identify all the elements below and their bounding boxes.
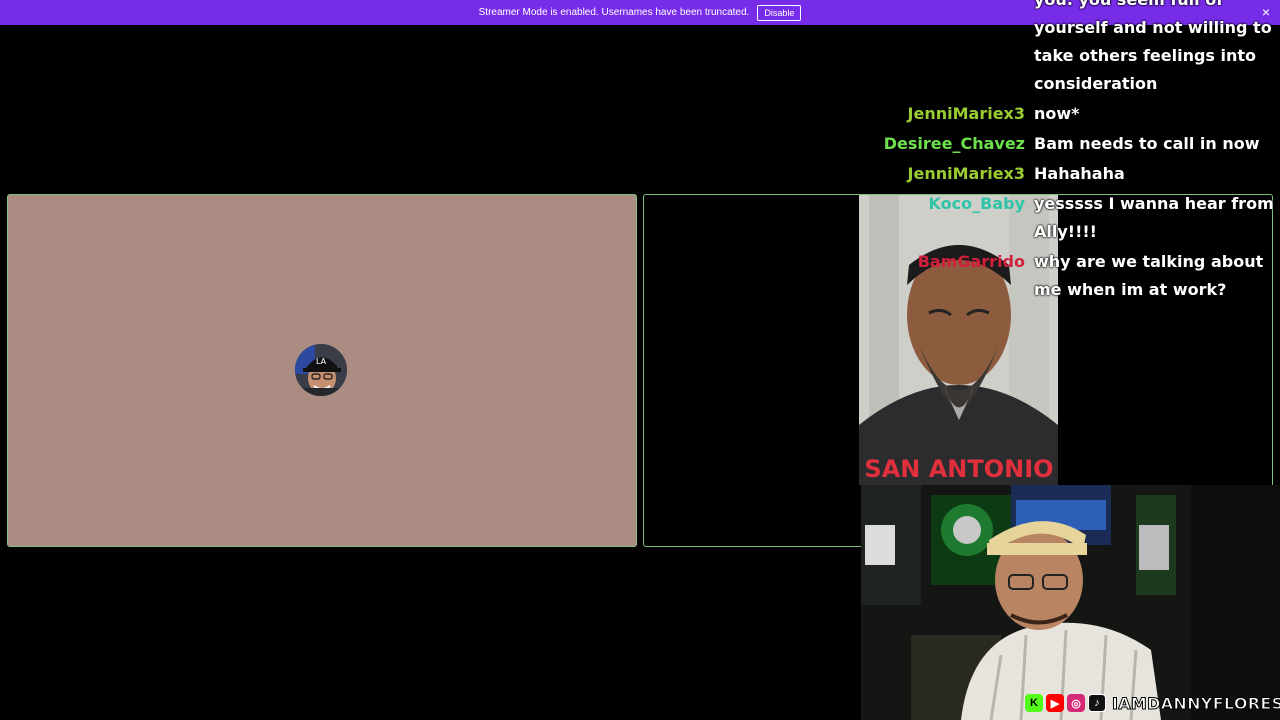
instagram-icon: ◎	[1067, 694, 1085, 712]
youtube-icon: ▶	[1046, 694, 1064, 712]
host-webcam-image	[861, 485, 1280, 720]
chat-text: yesssss I wanna hear from Ally!!!!	[1034, 194, 1274, 241]
chat-text: you. you seem full of yourself and not w…	[1034, 0, 1272, 93]
chat-username: Desiree_Chavez	[883, 134, 1025, 153]
kick-icon: K	[1025, 694, 1043, 712]
chat-message: BamGarrido why are we talking about me w…	[880, 248, 1280, 304]
svg-text:LA: LA	[316, 357, 327, 366]
chat-message: Desiree_Chavez Bam needs to call in now	[880, 130, 1280, 158]
chat-username: BamGarrido	[917, 252, 1025, 271]
chat-username: JenniMariex3	[907, 104, 1025, 123]
disable-streamer-mode-button[interactable]: Disable	[757, 4, 802, 21]
chat-text: Bam needs to call in now	[1034, 134, 1260, 153]
participant-avatar: LA	[295, 344, 347, 396]
chat-username: Koco_Baby	[928, 194, 1025, 213]
social-handle-overlay: K ▶ ◎ ♪ IAMDANNYFLORES	[1025, 692, 1280, 714]
chat-username: JenniMariex3	[907, 164, 1025, 183]
host-webcam	[861, 485, 1280, 720]
streamer-mode-text: Streamer Mode is enabled. Usernames have…	[478, 7, 750, 18]
streamer-handle: IAMDANNYFLORES	[1111, 693, 1280, 713]
chat-message: JenniMariex3 now*	[880, 100, 1280, 128]
chat-overlay: you. you seem full of yourself and not w…	[880, 0, 1280, 306]
chat-text: why are we talking about me when im at w…	[1034, 252, 1264, 299]
chat-text: Hahahaha	[1034, 164, 1125, 183]
avatar-image: LA	[295, 344, 347, 396]
chat-message: JenniMariex3 Hahahaha	[880, 160, 1280, 188]
chat-username	[880, 0, 1034, 98]
guest-shirt-text: SAN ANTONIO	[864, 455, 1053, 483]
chat-message: you. you seem full of yourself and not w…	[880, 0, 1280, 98]
chat-text: now*	[1034, 104, 1080, 123]
chat-message: Koco_Baby yesssss I wanna hear from Ally…	[880, 190, 1280, 246]
tiktok-icon: ♪	[1088, 694, 1106, 712]
